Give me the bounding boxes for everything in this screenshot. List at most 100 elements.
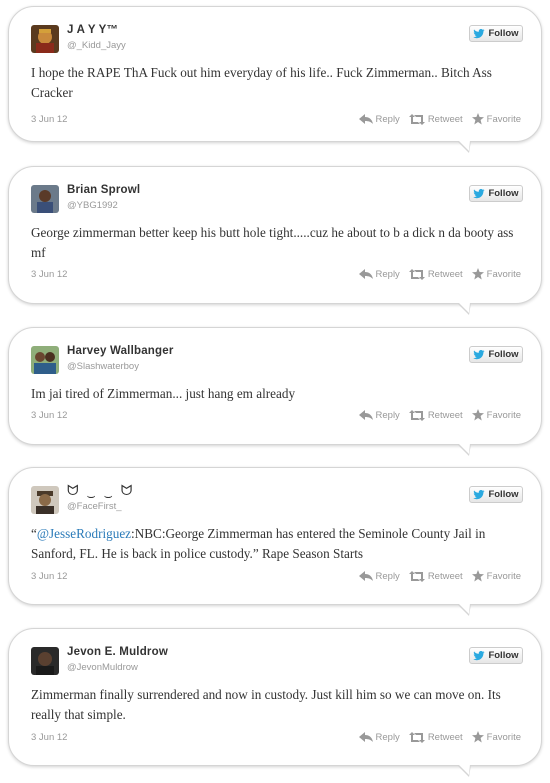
retweet-icon xyxy=(408,268,425,280)
tweet-card: ᗢ ‿ ‿ ᗢ @FaceFirst_ Follow “@JesseRodrig… xyxy=(8,467,542,616)
star-icon xyxy=(471,113,484,125)
follow-button[interactable]: Follow xyxy=(469,486,523,503)
tweet-date[interactable]: 3 Jun 12 xyxy=(31,571,67,582)
user-name[interactable]: ᗢ ‿ ‿ ᗢ xyxy=(67,482,134,499)
twitter-bird-icon xyxy=(473,28,485,38)
tweet-text: George zimmerman better keep his butt ho… xyxy=(31,225,514,260)
tweet-card: J A Y Y™ @_Kidd_Jayy Follow I hope the R… xyxy=(8,6,542,153)
star-icon xyxy=(471,409,484,421)
reply-label: Reply xyxy=(375,268,400,280)
follow-label: Follow xyxy=(488,28,519,39)
favorite-label: Favorite xyxy=(486,731,521,743)
user-name[interactable]: Harvey Wallbanger xyxy=(67,345,174,357)
user-name[interactable]: J A Y Y™ xyxy=(67,24,118,36)
avatar[interactable] xyxy=(31,25,59,53)
reply-action[interactable]: Reply xyxy=(358,732,400,743)
tweet-actions: Reply Retweet Favorite xyxy=(358,731,521,743)
avatar-image xyxy=(31,185,59,213)
tweet-actions: Reply Retweet Favorite xyxy=(358,409,521,421)
tweet-date[interactable]: 3 Jun 12 xyxy=(31,269,67,280)
reply-action[interactable]: Reply xyxy=(358,570,400,582)
favorite-action[interactable]: Favorite xyxy=(471,113,521,125)
speech-bubble-tail xyxy=(457,302,471,315)
follow-label: Follow xyxy=(488,349,519,360)
retweet-label: Retweet xyxy=(427,731,463,743)
reply-icon xyxy=(358,269,373,279)
retweet-action[interactable]: Retweet xyxy=(408,731,463,743)
reply-icon xyxy=(358,114,373,124)
avatar-image xyxy=(31,647,59,675)
avatar[interactable] xyxy=(31,185,59,213)
twitter-bird-icon xyxy=(473,650,485,660)
user-name[interactable]: Jevon E. Muldrow xyxy=(67,646,168,658)
retweet-action[interactable]: Retweet xyxy=(408,570,463,582)
follow-label: Follow xyxy=(488,650,519,661)
favorite-action[interactable]: Favorite xyxy=(471,570,521,582)
favorite-label: Favorite xyxy=(486,113,521,125)
follow-label: Follow xyxy=(488,489,519,500)
reply-action[interactable]: Reply xyxy=(358,113,400,125)
avatar-image xyxy=(31,486,59,514)
favorite-action[interactable]: Favorite xyxy=(471,731,521,743)
reply-action[interactable]: Reply xyxy=(358,409,400,421)
star-icon xyxy=(471,570,484,582)
tweet-actions: Reply Retweet Favorite xyxy=(358,268,521,280)
reply-label: Reply xyxy=(375,113,400,125)
retweet-action[interactable]: Retweet xyxy=(408,409,463,421)
user-handle[interactable]: @YBG1992 xyxy=(67,200,118,211)
avatar[interactable] xyxy=(31,647,59,675)
tweet-card: Jevon E. Muldrow @JevonMuldrow Follow Zi… xyxy=(8,628,542,777)
avatar-image xyxy=(31,25,59,53)
follow-button[interactable]: Follow xyxy=(469,346,523,363)
user-name[interactable]: Brian Sprowl xyxy=(67,184,140,196)
favorite-label: Favorite xyxy=(486,409,521,421)
retweet-label: Retweet xyxy=(427,268,463,280)
avatar[interactable] xyxy=(31,346,59,374)
speech-bubble-tail xyxy=(457,443,471,456)
tweet-actions: Reply Retweet Favorite xyxy=(358,113,521,125)
user-handle[interactable]: @_Kidd_Jayy xyxy=(67,40,126,51)
star-icon xyxy=(471,268,484,280)
twitter-bird-icon xyxy=(473,489,485,499)
speech-bubble-tail xyxy=(457,764,471,777)
favorite-action[interactable]: Favorite xyxy=(471,268,521,280)
avatar-image xyxy=(31,346,59,374)
tweet-date[interactable]: 3 Jun 12 xyxy=(31,732,67,743)
user-handle[interactable]: @JevonMuldrow xyxy=(67,662,138,673)
twitter-bird-icon xyxy=(473,349,485,359)
retweet-label: Retweet xyxy=(427,409,463,421)
tweet-text: I hope the RAPE ThA Fuck out him everyda… xyxy=(31,65,492,100)
speech-bubble-tail xyxy=(457,603,471,616)
retweet-label: Retweet xyxy=(427,570,463,582)
user-handle[interactable]: @FaceFirst_ xyxy=(67,501,122,512)
tweet-date[interactable]: 3 Jun 12 xyxy=(31,410,67,421)
mention-link[interactable]: @JesseRodriguez xyxy=(37,526,131,541)
retweet-label: Retweet xyxy=(427,113,463,125)
reply-icon xyxy=(358,571,373,581)
twitter-bird-icon xyxy=(473,188,485,198)
star-icon xyxy=(471,731,484,743)
user-handle[interactable]: @Slashwaterboy xyxy=(67,361,139,372)
reply-action[interactable]: Reply xyxy=(358,268,400,280)
follow-button[interactable]: Follow xyxy=(469,185,523,202)
favorite-label: Favorite xyxy=(486,570,521,582)
follow-button[interactable]: Follow xyxy=(469,647,523,664)
speech-bubble-tail xyxy=(457,140,471,153)
retweet-icon xyxy=(408,409,425,421)
tweet-feed: J A Y Y™ @_Kidd_Jayy Follow I hope the R… xyxy=(0,0,550,783)
retweet-action[interactable]: Retweet xyxy=(408,113,463,125)
reply-label: Reply xyxy=(375,409,400,421)
retweet-action[interactable]: Retweet xyxy=(408,268,463,280)
tweet-text: Im jai tired of Zimmerman... just hang e… xyxy=(31,386,296,401)
retweet-icon xyxy=(408,731,425,743)
tweet-actions: Reply Retweet Favorite xyxy=(358,570,521,582)
follow-button[interactable]: Follow xyxy=(469,25,523,42)
follow-label: Follow xyxy=(488,188,519,199)
avatar[interactable] xyxy=(31,486,59,514)
tweet-text: Zimmerman finally surrendered and now in… xyxy=(31,687,501,722)
tweet-card: Brian Sprowl @YBG1992 Follow George zimm… xyxy=(8,166,542,315)
favorite-action[interactable]: Favorite xyxy=(471,409,521,421)
reply-label: Reply xyxy=(375,570,400,582)
reply-icon xyxy=(358,732,373,742)
tweet-date[interactable]: 3 Jun 12 xyxy=(31,114,67,125)
